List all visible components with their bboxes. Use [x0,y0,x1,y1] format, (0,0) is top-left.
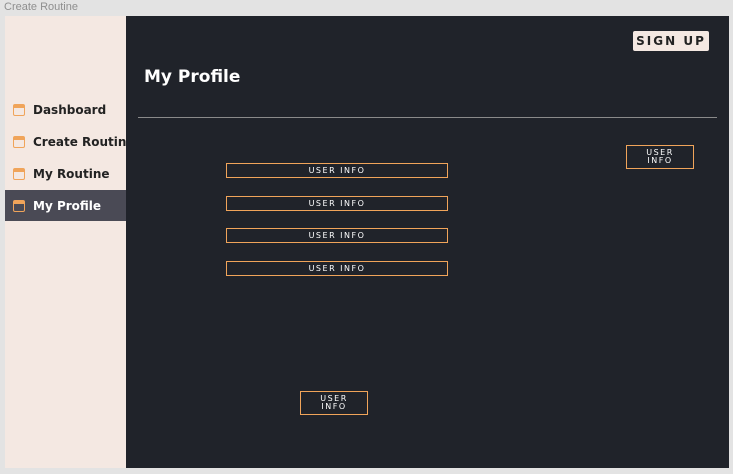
calendar-icon [13,199,25,212]
sidebar-item-my-profile[interactable]: My Profile [5,190,126,221]
user-info-bottom-button[interactable]: USER INFO [300,391,368,415]
page-title: My Profile [144,67,241,87]
user-info-field-2[interactable]: USER INFO [226,196,448,211]
divider [138,117,717,118]
sidebar-item-my-routine[interactable]: My Routine [5,158,126,189]
user-info-side-button[interactable]: USER INFO [626,145,694,169]
user-info-field-3[interactable]: USER INFO [226,228,448,243]
window-titlebar: Create Routine [0,0,733,16]
sidebar-item-dashboard[interactable]: Dashboard [5,94,126,125]
user-info-field-4[interactable]: USER INFO [226,261,448,276]
sidebar-item-label: Create Routine [33,134,135,149]
window-title: Create Routine [4,1,78,13]
calendar-icon [13,135,25,148]
signup-button[interactable]: SIGN UP [633,31,709,51]
calendar-icon [13,103,25,116]
sidebar-item-label: My Profile [33,198,102,213]
user-info-field-1[interactable]: USER INFO [226,163,448,178]
main-content: SIGN UP My Profile USER INFO USER INFO U… [126,16,729,468]
sidebar-item-label: My Routine [33,166,110,181]
sidebar: Dashboard Create Routine My Routine My P… [5,16,135,468]
calendar-icon [13,167,25,180]
sidebar-item-label: Dashboard [33,102,107,117]
sidebar-item-create-routine[interactable]: Create Routine [5,126,135,157]
